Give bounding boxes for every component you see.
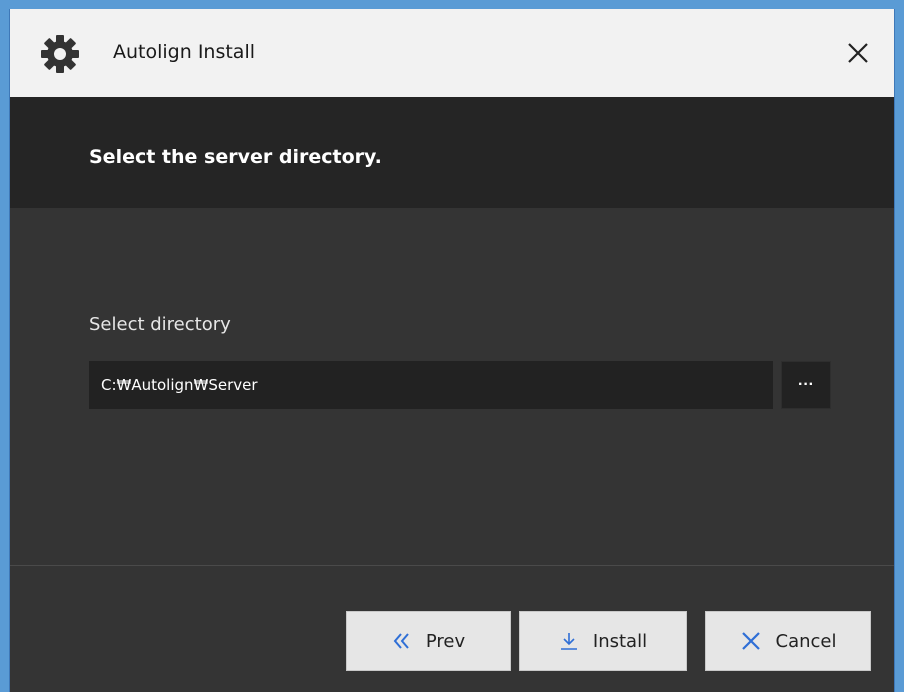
browse-button[interactable]: ··· — [781, 361, 831, 409]
window-title: Autolign Install — [113, 41, 256, 63]
download-icon — [559, 631, 579, 651]
installer-window: Autolign Install Select the server direc… — [9, 9, 895, 692]
cancel-label: Cancel — [775, 630, 837, 652]
prev-button[interactable]: Prev — [346, 611, 511, 671]
footer-divider — [10, 565, 894, 566]
close-icon — [740, 630, 762, 652]
title-bar: Autolign Install — [10, 9, 894, 97]
prev-label: Prev — [425, 630, 466, 652]
step-title: Select the server directory. — [89, 146, 382, 168]
gear-icon — [40, 34, 80, 74]
install-button[interactable]: Install — [519, 611, 687, 671]
double-chevron-left-icon — [392, 632, 412, 650]
close-button[interactable] — [836, 33, 880, 77]
close-icon — [847, 42, 869, 69]
step-header: Select the server directory. — [10, 97, 894, 208]
content-panel: Select directory ··· — [10, 208, 894, 565]
cancel-button[interactable]: Cancel — [705, 611, 871, 671]
install-label: Install — [592, 630, 648, 652]
directory-input[interactable] — [89, 361, 773, 409]
directory-label: Select directory — [89, 314, 231, 335]
